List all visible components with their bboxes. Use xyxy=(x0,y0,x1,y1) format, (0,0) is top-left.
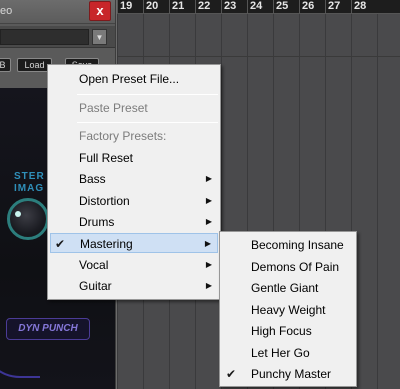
menu-item-distortion[interactable]: Distortion ▶ xyxy=(50,191,218,211)
menu-item-label: Factory Presets: xyxy=(79,129,167,143)
dyn-punch-button[interactable]: DYN PUNCH xyxy=(6,318,90,340)
submenu-item-gentle-giant[interactable]: Gentle Giant xyxy=(222,278,354,298)
preset-dropdown-button[interactable]: ▼ xyxy=(92,29,107,45)
menu-item-label: Guitar xyxy=(79,279,112,293)
menu-item-label: High Focus xyxy=(251,324,312,338)
preset-context-menu: Open Preset File... Paste Preset Factory… xyxy=(47,64,221,300)
menu-item-mastering[interactable]: ✔ Mastering ▶ xyxy=(50,233,218,253)
ruler-bar-number: 28 xyxy=(351,0,377,14)
submenu-item-demons-of-pain[interactable]: Demons Of Pain xyxy=(222,257,354,277)
ruler-bar-number: 19 xyxy=(117,0,143,14)
preset-dropdown[interactable] xyxy=(0,29,89,45)
ruler-bar-number: 21 xyxy=(169,0,195,14)
menu-item-label: Let Her Go xyxy=(251,346,310,360)
menu-item-label: Mastering xyxy=(80,237,133,251)
menu-item-label: Drums xyxy=(79,215,115,229)
close-icon: x xyxy=(96,3,104,18)
submenu-item-let-her-go[interactable]: Let Her Go xyxy=(222,343,354,363)
submenu-item-punchy-master[interactable]: ✔ Punchy Master xyxy=(222,364,354,384)
triangle-right-icon: ▶ xyxy=(205,196,212,205)
triangle-right-icon: ▶ xyxy=(204,239,211,248)
menu-item-label: Bass xyxy=(79,172,106,186)
triangle-right-icon: ▶ xyxy=(205,260,212,269)
menu-header-factory-presets: Factory Presets: xyxy=(50,126,218,146)
preset-bar: ▼ xyxy=(0,26,115,48)
triangle-right-icon: ▶ xyxy=(205,217,212,226)
menu-item-paste-preset: Paste Preset xyxy=(50,98,218,118)
submenu-item-high-focus[interactable]: High Focus xyxy=(222,321,354,341)
ruler-bar-number: 23 xyxy=(221,0,247,14)
ruler-bar-number: 22 xyxy=(195,0,221,14)
menu-item-open-preset-file[interactable]: Open Preset File... xyxy=(50,69,218,89)
knob-marker xyxy=(15,211,21,217)
menu-item-full-reset[interactable]: Full Reset xyxy=(50,148,218,168)
ruler-bar-number: 26 xyxy=(299,0,325,14)
menu-item-bass[interactable]: Bass ▶ xyxy=(50,169,218,189)
stereo-image-label: STER IMAG xyxy=(14,171,45,194)
menu-separator xyxy=(77,94,218,95)
close-button[interactable]: x xyxy=(89,1,111,21)
menu-item-label: Becoming Insane xyxy=(251,238,344,252)
menu-item-label: Open Preset File... xyxy=(79,72,180,86)
menu-separator xyxy=(77,122,218,123)
submenu-item-heavy-weight[interactable]: Heavy Weight xyxy=(222,300,354,320)
menu-item-label: Demons Of Pain xyxy=(251,260,340,274)
timeline-track-row[interactable] xyxy=(117,15,400,57)
menu-item-label: Gentle Giant xyxy=(251,281,319,295)
plugin-title: eo xyxy=(0,5,13,17)
menu-item-label: Full Reset xyxy=(79,151,134,165)
stereo-image-knob[interactable] xyxy=(7,198,49,240)
ruler-bar-number: 25 xyxy=(273,0,299,14)
ruler-bar-number: 24 xyxy=(247,0,273,14)
checkmark-icon: ✔ xyxy=(55,237,66,251)
menu-item-label: Heavy Weight xyxy=(251,303,326,317)
chevron-down-icon: ▼ xyxy=(95,33,104,42)
menu-item-guitar[interactable]: Guitar ▶ xyxy=(50,276,218,296)
menu-item-label: Distortion xyxy=(79,194,130,208)
menu-item-label: Paste Preset xyxy=(79,101,148,115)
ruler-bar-number: 27 xyxy=(325,0,351,14)
mastering-submenu: Becoming Insane Demons Of Pain Gentle Gi… xyxy=(219,231,357,387)
submenu-item-becoming-insane[interactable]: Becoming Insane xyxy=(222,235,354,255)
triangle-right-icon: ▶ xyxy=(205,174,212,183)
triangle-right-icon: ▶ xyxy=(205,281,212,290)
timeline-ruler[interactable]: 19 20 21 22 23 24 25 26 27 28 xyxy=(117,0,400,14)
checkmark-icon: ✔ xyxy=(226,367,237,381)
plugin-titlebar: eo x xyxy=(0,0,115,24)
menu-item-drums[interactable]: Drums ▶ xyxy=(50,212,218,232)
ruler-bar-number: 20 xyxy=(143,0,169,14)
menu-item-label: Punchy Master xyxy=(251,367,332,381)
ab-button[interactable]: B xyxy=(0,58,11,72)
menu-item-label: Vocal xyxy=(79,258,109,272)
menu-item-vocal[interactable]: Vocal ▶ xyxy=(50,255,218,275)
